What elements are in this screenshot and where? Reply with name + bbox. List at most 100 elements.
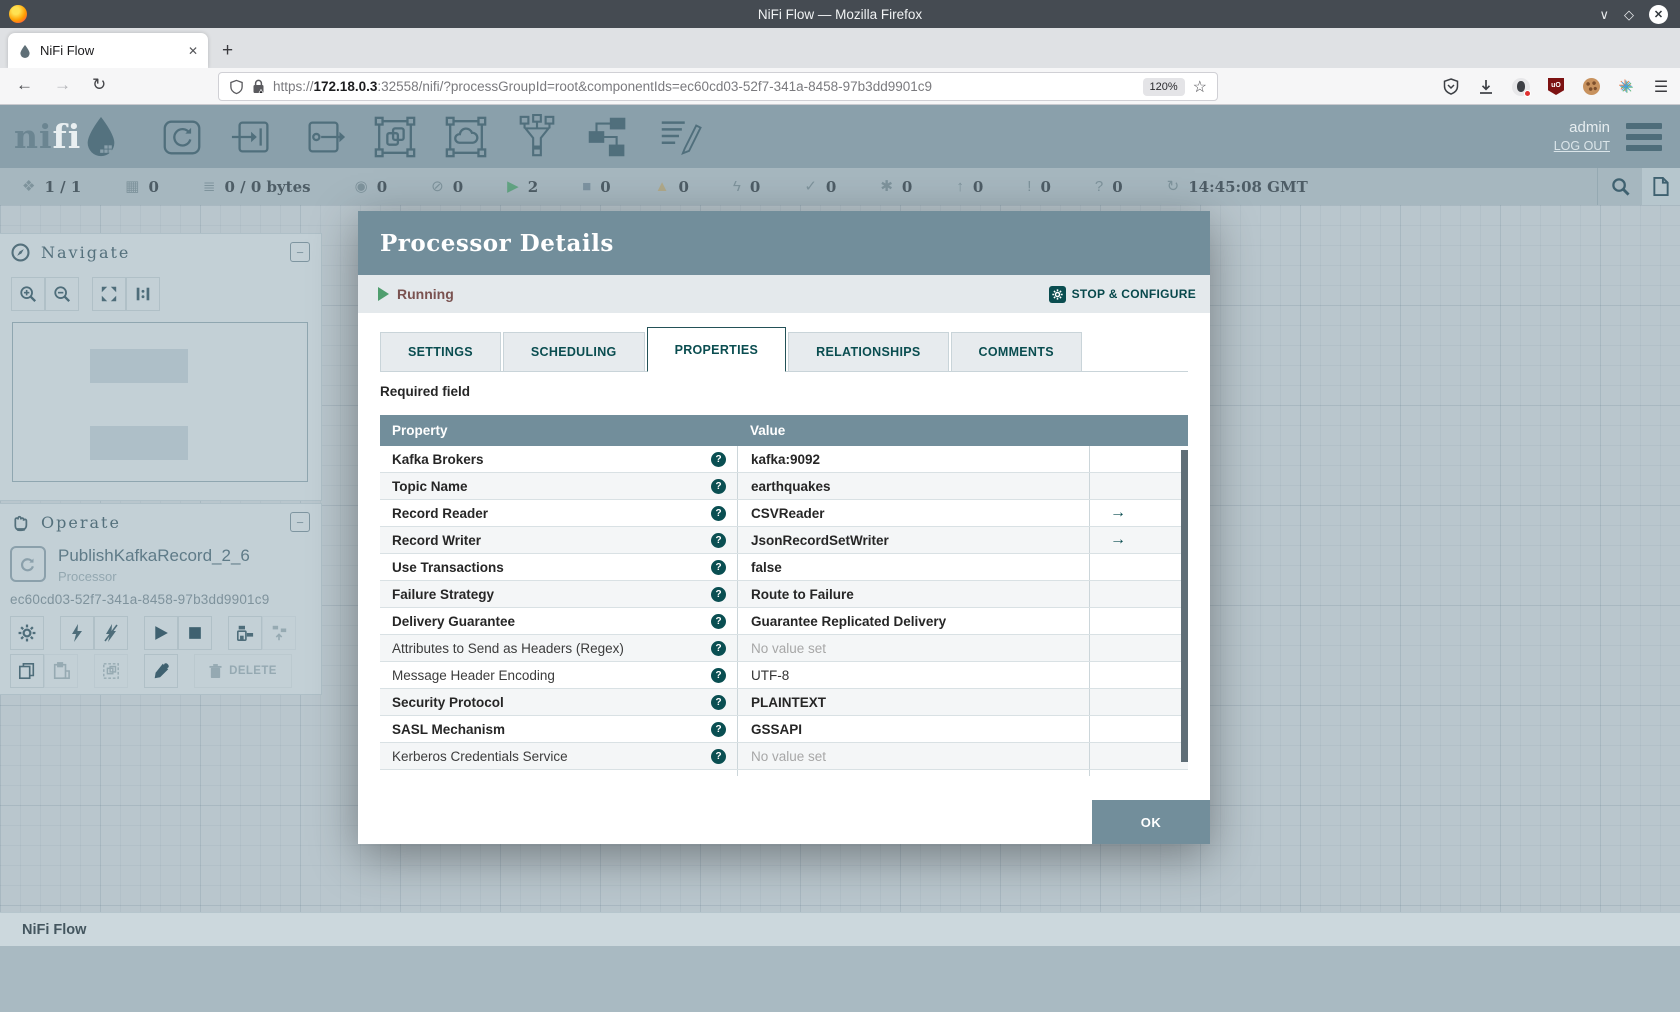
property-value-cell[interactable]: UTF-8 — [737, 662, 1089, 688]
help-icon[interactable]: ? — [711, 505, 726, 521]
help-icon[interactable]: ? — [711, 667, 726, 683]
property-value-cell[interactable]: false — [737, 554, 1089, 580]
property-row[interactable]: Message Header Encoding? UTF-8 — [380, 662, 1188, 689]
tab-relationships[interactable]: RELATIONSHIPS — [788, 332, 949, 371]
stop-and-configure-button[interactable]: STOP & CONFIGURE — [1048, 285, 1196, 303]
help-icon[interactable]: ? — [711, 694, 726, 710]
help-icon[interactable]: ? — [711, 559, 726, 575]
refresh-icon[interactable]: ↻ — [1167, 179, 1180, 194]
label-component-icon[interactable] — [656, 114, 703, 160]
reload-icon[interactable]: ↻ — [92, 75, 106, 95]
upload-template-button[interactable] — [262, 616, 296, 650]
zoom-in-button[interactable] — [11, 277, 45, 311]
property-row[interactable]: Record Writer? JsonRecordSetWriter → — [380, 527, 1188, 554]
ublock-icon[interactable]: uO — [1547, 78, 1565, 96]
property-value-cell[interactable]: CSVReader — [737, 500, 1089, 526]
help-icon[interactable]: ? — [711, 478, 726, 494]
output-port-component-icon[interactable] — [301, 114, 347, 160]
tracking-shield-icon[interactable] — [229, 79, 244, 95]
new-tab-button[interactable]: + — [222, 40, 233, 62]
maximize-icon[interactable]: ◇ — [1624, 8, 1634, 21]
remote-process-group-component-icon[interactable] — [443, 114, 489, 160]
property-row[interactable]: Delivery Guarantee? Guarantee Replicated … — [380, 608, 1188, 635]
tab-comments[interactable]: COMMENTS — [950, 332, 1082, 371]
property-value-cell[interactable] — [737, 770, 1089, 776]
logout-link[interactable]: LOG OUT — [1554, 139, 1610, 153]
enable-button[interactable] — [60, 616, 94, 650]
process-group-component-icon[interactable] — [372, 114, 418, 160]
zoom-out-button[interactable] — [45, 277, 79, 311]
property-row[interactable]: ? — [380, 770, 1188, 776]
property-value-cell[interactable]: GSSAPI — [737, 716, 1089, 742]
property-row[interactable]: Kerberos Credentials Service? No value se… — [380, 743, 1188, 770]
processor-component-icon[interactable] — [159, 114, 205, 160]
property-row[interactable]: Security Protocol? PLAINTEXT — [380, 689, 1188, 716]
help-icon[interactable]: ? — [711, 775, 726, 776]
start-button[interactable] — [144, 616, 178, 650]
tab-scheduling[interactable]: SCHEDULING — [502, 332, 645, 371]
minimize-icon[interactable]: ∨ — [1599, 8, 1609, 21]
ok-button[interactable]: OK — [1092, 800, 1210, 844]
property-value-cell[interactable]: No value set — [737, 635, 1089, 661]
property-value-cell[interactable]: earthquakes — [737, 473, 1089, 499]
property-row[interactable]: Attributes to Send as Headers (Regex)? No… — [380, 635, 1188, 662]
global-menu-icon[interactable] — [1626, 122, 1662, 151]
copy-button[interactable] — [10, 654, 44, 688]
property-row[interactable]: Use Transactions? false — [380, 554, 1188, 581]
bulletin-board-button[interactable] — [1642, 168, 1680, 205]
property-value-cell[interactable]: No value set — [737, 743, 1089, 769]
property-row[interactable]: Kafka Brokers? kafka:9092 — [380, 446, 1188, 473]
collapse-operate-icon[interactable]: − — [290, 512, 310, 532]
property-value-cell[interactable]: kafka:9092 — [737, 446, 1089, 472]
bookmark-star-icon[interactable]: ☆ — [1193, 77, 1207, 97]
browser-tab[interactable]: NiFi Flow ✕ — [8, 33, 208, 68]
help-icon[interactable]: ? — [711, 532, 726, 548]
birdseye-minimap[interactable] — [12, 322, 308, 482]
extension-asterisk-icon[interactable]: ✳ — [1617, 78, 1635, 96]
mask-extension-icon[interactable] — [1512, 77, 1531, 97]
property-row[interactable]: Record Reader? CSVReader → — [380, 500, 1188, 527]
zoom-level-badge[interactable]: 120% — [1142, 77, 1185, 96]
property-value-cell[interactable]: Guarantee Replicated Delivery — [737, 608, 1089, 634]
disable-button[interactable] — [94, 616, 128, 650]
breadcrumb[interactable]: NiFi Flow — [22, 922, 86, 938]
color-button[interactable] — [144, 654, 178, 688]
help-icon[interactable]: ? — [711, 748, 726, 764]
downloads-icon[interactable] — [1477, 78, 1495, 96]
browser-menu-icon[interactable]: ☰ — [1652, 78, 1670, 96]
input-port-component-icon[interactable] — [230, 114, 276, 160]
tab-properties[interactable]: PROPERTIES — [646, 327, 787, 372]
tab-settings[interactable]: SETTINGS — [380, 332, 501, 371]
go-to-service-icon[interactable]: → — [1110, 505, 1126, 521]
close-tab-icon[interactable]: ✕ — [188, 44, 198, 58]
help-icon[interactable]: ? — [711, 640, 726, 656]
url-bar[interactable]: https://172.18.0.3:32558/nifi/?processGr… — [218, 72, 1218, 101]
property-row[interactable]: Topic Name? earthquakes — [380, 473, 1188, 500]
funnel-component-icon[interactable] — [514, 113, 560, 160]
help-icon[interactable]: ? — [711, 613, 726, 629]
group-button[interactable] — [94, 654, 128, 688]
url-text[interactable]: https://172.18.0.3:32558/nifi/?processGr… — [273, 79, 932, 94]
zoom-fit-button[interactable] — [92, 277, 126, 311]
property-value-cell[interactable]: JsonRecordSetWriter — [737, 527, 1089, 553]
help-icon[interactable]: ? — [711, 451, 726, 467]
stop-button[interactable] — [178, 616, 212, 650]
cookie-extension-icon[interactable] — [1582, 78, 1600, 96]
delete-button[interactable]: DELETE — [194, 654, 292, 688]
forward-icon[interactable]: → — [54, 75, 71, 95]
back-icon[interactable]: ← — [16, 75, 33, 95]
close-window-icon[interactable]: ✕ — [1649, 4, 1668, 24]
pocket-icon[interactable] — [1442, 78, 1460, 96]
help-icon[interactable]: ? — [711, 586, 726, 602]
go-to-service-icon[interactable]: → — [1110, 532, 1126, 548]
table-scrollbar[interactable] — [1181, 450, 1188, 762]
lock-icon[interactable] — [252, 79, 265, 94]
property-row[interactable]: Failure Strategy? Route to Failure — [380, 581, 1188, 608]
help-icon[interactable]: ? — [711, 721, 726, 737]
property-row[interactable]: SASL Mechanism? GSSAPI — [380, 716, 1188, 743]
search-button[interactable] — [1598, 177, 1642, 196]
template-component-icon[interactable] — [585, 114, 631, 160]
property-value-cell[interactable]: Route to Failure — [737, 581, 1089, 607]
zoom-actual-size-button[interactable] — [126, 277, 160, 311]
create-template-button[interactable] — [228, 616, 262, 650]
